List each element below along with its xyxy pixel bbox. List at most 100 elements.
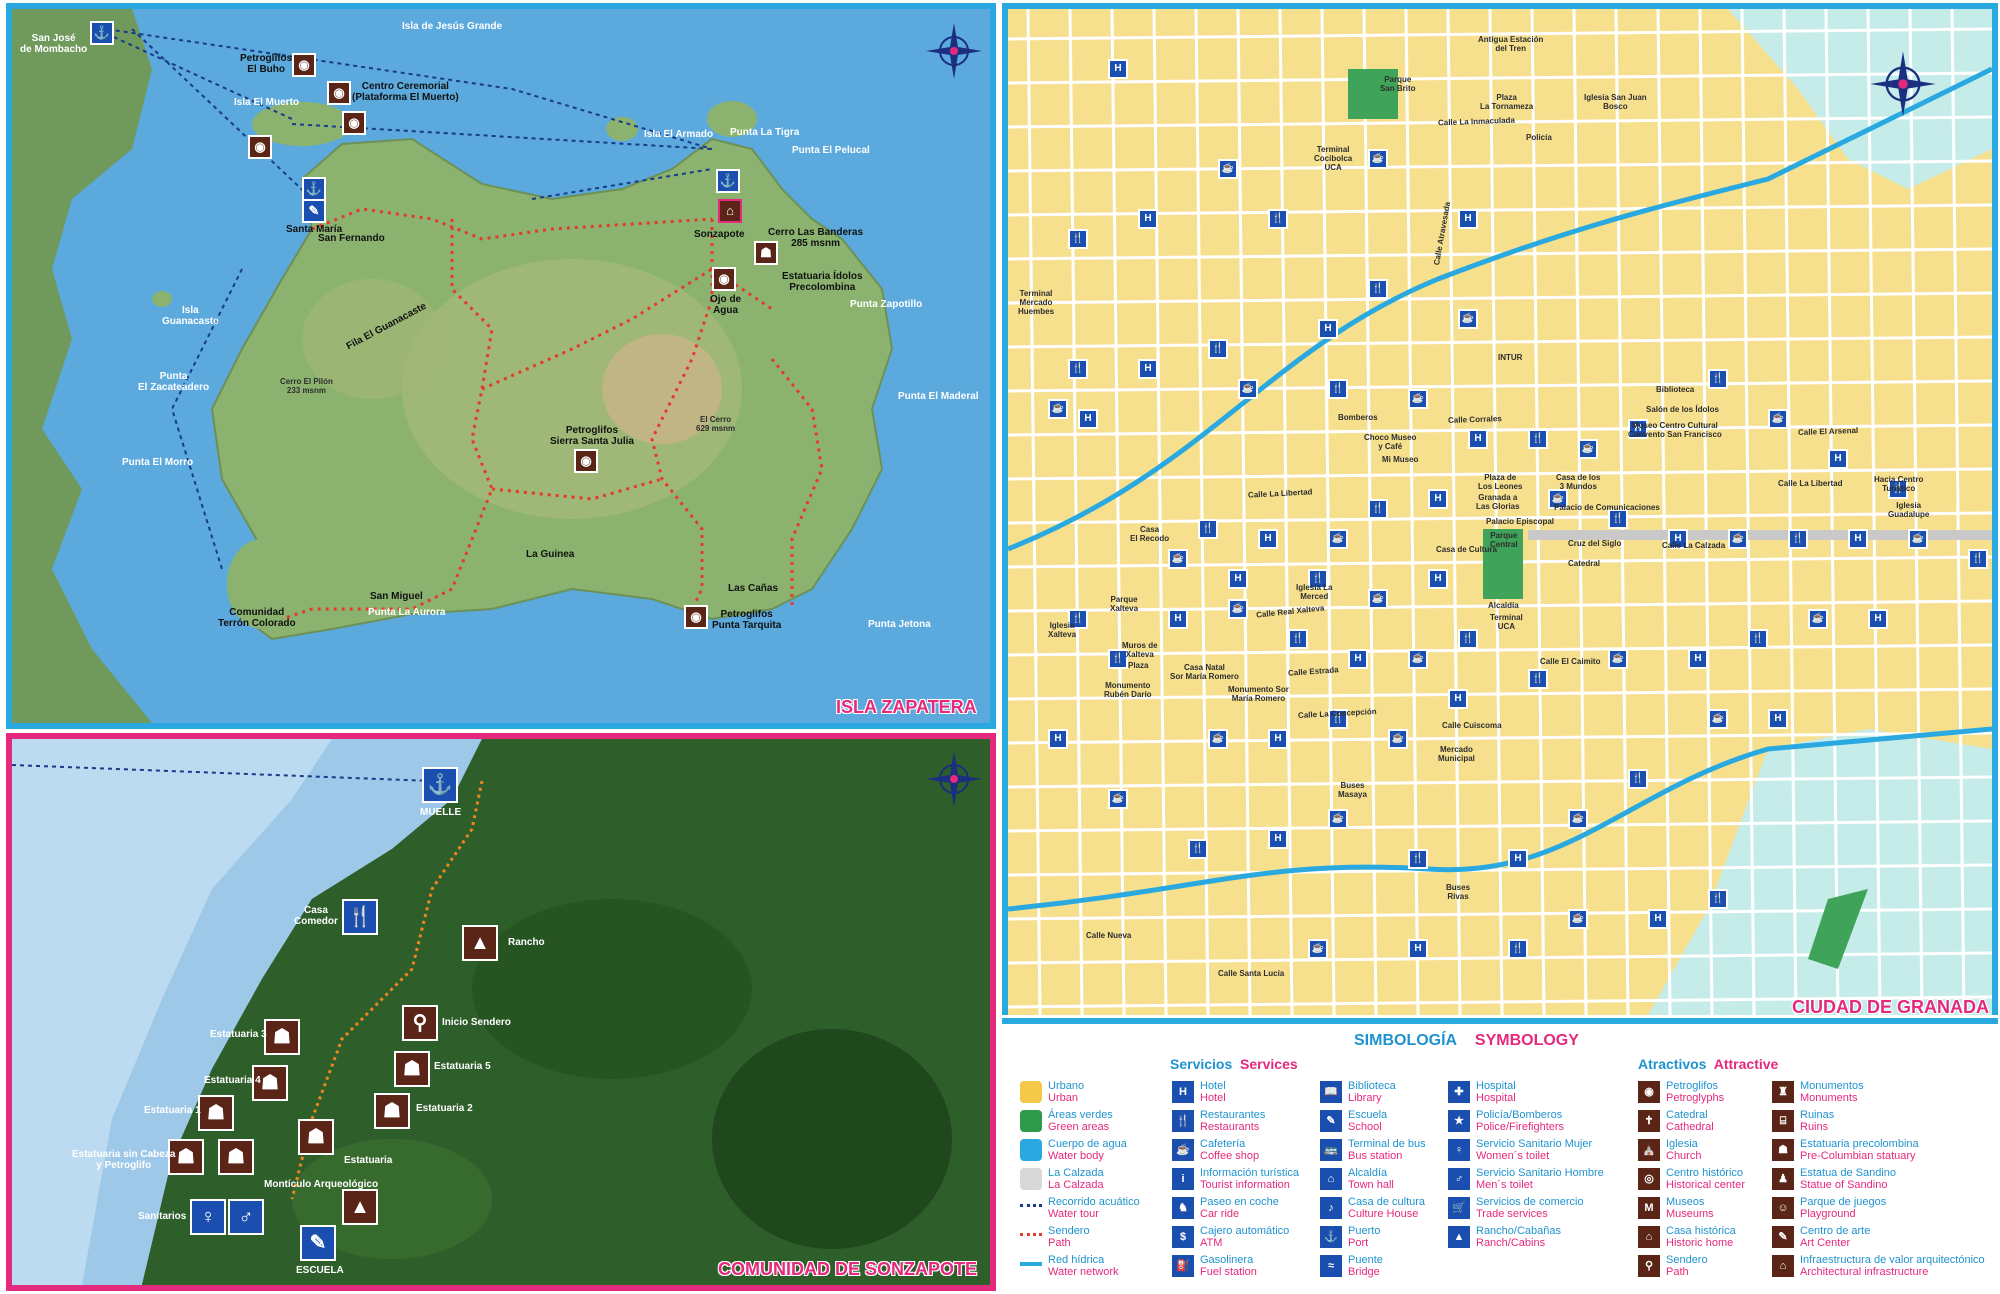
service-icon[interactable]: ☕ [1578, 439, 1598, 459]
petroglyph-icon[interactable]: ◉ [292, 53, 316, 77]
statuary-icon[interactable]: ☗ [298, 1119, 334, 1155]
petroglyph-icon[interactable]: ◉ [712, 267, 736, 291]
historic-home-icon[interactable]: ⌂ [718, 199, 742, 223]
service-icon[interactable]: 🍴 [1708, 369, 1728, 389]
service-icon[interactable]: 🍴 [1508, 939, 1528, 959]
service-icon[interactable]: 🍴 [1328, 379, 1348, 399]
service-icon[interactable]: ☕ [1048, 399, 1068, 419]
service-icon[interactable]: H [1468, 429, 1488, 449]
service-icon[interactable]: 🍴 [1368, 499, 1388, 519]
service-icon[interactable]: H [1508, 849, 1528, 869]
service-icon[interactable]: H [1408, 939, 1428, 959]
service-icon[interactable]: ☕ [1228, 599, 1248, 619]
service-icon[interactable]: H [1048, 729, 1068, 749]
service-icon[interactable]: 🍴 [1608, 509, 1628, 529]
service-icon[interactable]: 🍴 [1408, 849, 1428, 869]
service-icon[interactable]: ☕ [1238, 379, 1258, 399]
service-icon[interactable]: 🍴 [1528, 669, 1548, 689]
ranch-icon[interactable]: ▲ [462, 925, 498, 961]
service-icon[interactable]: ☕ [1458, 309, 1478, 329]
service-icon[interactable]: H [1428, 569, 1448, 589]
service-icon[interactable]: ☕ [1728, 529, 1748, 549]
service-icon[interactable]: ☕ [1328, 809, 1348, 829]
service-icon[interactable]: H [1168, 609, 1188, 629]
service-icon[interactable]: ☕ [1308, 939, 1328, 959]
service-icon[interactable]: H [1228, 569, 1248, 589]
service-icon[interactable]: 🍴 [1628, 769, 1648, 789]
service-icon[interactable]: H [1138, 359, 1158, 379]
service-icon[interactable]: 🍴 [1528, 429, 1548, 449]
petroglyph-icon[interactable]: ◉ [574, 449, 598, 473]
ranch-icon[interactable]: ▲ [342, 1189, 378, 1225]
service-icon[interactable]: H [1648, 909, 1668, 929]
service-icon[interactable]: H [1828, 449, 1848, 469]
service-icon[interactable]: ☕ [1328, 529, 1348, 549]
service-icon[interactable]: ☕ [1768, 409, 1788, 429]
service-icon[interactable]: 🍴 [1748, 629, 1768, 649]
statuary-icon[interactable]: ☗ [374, 1093, 410, 1129]
service-icon[interactable]: H [1138, 209, 1158, 229]
petroglyph-icon[interactable]: ◉ [684, 605, 708, 629]
service-icon[interactable]: H [1268, 829, 1288, 849]
service-icon[interactable]: 🍴 [1708, 889, 1728, 909]
service-icon[interactable]: ☕ [1168, 549, 1188, 569]
service-icon[interactable]: 🍴 [1788, 529, 1808, 549]
service-icon[interactable]: ☕ [1568, 909, 1588, 929]
service-icon[interactable]: ☕ [1708, 709, 1728, 729]
service-icon[interactable]: ☕ [1108, 789, 1128, 809]
zapatera-map-panel[interactable]: ⚓ ◉ ◉ ◉ ◉ ⚓ ✎ ⚓ ⌂ ☗ ◉ ◉ ◉ San José de Mo… [6, 3, 996, 729]
service-icon[interactable]: 🍴 [1208, 339, 1228, 359]
service-icon[interactable]: H [1078, 409, 1098, 429]
service-icon[interactable]: H [1448, 689, 1468, 709]
service-icon[interactable]: 🍴 [1268, 209, 1288, 229]
service-icon[interactable]: ☕ [1608, 649, 1628, 669]
service-icon[interactable]: ☕ [1808, 609, 1828, 629]
school-icon[interactable]: ✎ [300, 1225, 336, 1261]
service-icon[interactable]: H [1458, 209, 1478, 229]
path-icon[interactable]: ⚲ [402, 1005, 438, 1041]
service-icon[interactable]: ☕ [1408, 649, 1428, 669]
service-icon[interactable]: H [1428, 489, 1448, 509]
statuary-icon[interactable]: ☗ [218, 1139, 254, 1175]
service-icon[interactable]: ☕ [1218, 159, 1238, 179]
restaurant-icon[interactable]: 🍴 [342, 899, 378, 935]
womens-toilet-icon[interactable]: ♀ [190, 1199, 226, 1235]
statuary-icon[interactable]: ☗ [394, 1051, 430, 1087]
service-icon[interactable]: ☕ [1408, 389, 1428, 409]
port-icon[interactable]: ⚓ [716, 169, 740, 193]
petroglyph-icon[interactable]: ◉ [342, 111, 366, 135]
service-icon[interactable]: H [1688, 649, 1708, 669]
petroglyph-icon[interactable]: ◉ [248, 135, 272, 159]
service-icon[interactable]: ☕ [1568, 809, 1588, 829]
service-icon[interactable]: 🍴 [1068, 359, 1088, 379]
service-icon[interactable]: H [1848, 529, 1868, 549]
school-icon[interactable]: ✎ [302, 199, 326, 223]
service-icon[interactable]: 🍴 [1198, 519, 1218, 539]
mens-toilet-icon[interactable]: ♂ [228, 1199, 264, 1235]
port-icon[interactable]: ⚓ [302, 177, 326, 201]
statuary-icon[interactable]: ☗ [198, 1095, 234, 1131]
service-icon[interactable]: ☕ [1388, 729, 1408, 749]
service-icon[interactable]: H [1768, 709, 1788, 729]
granada-map-panel[interactable]: H 🍴 ☕ H 🍴 ☕ H 🍴 ☕ H 🍴 ☕ H 🍴 ☕ H 🍴 ☕ H 🍴 ☕ H 🍴 ☕ H 🍴 ☕ H 🍴 ☕ H 🍴 ☕ H 🍴 ☕ H 🍴 ☕ H… [1002, 3, 1998, 1015]
service-icon[interactable]: H [1868, 609, 1888, 629]
service-icon[interactable]: H [1258, 529, 1278, 549]
service-icon[interactable]: H [1268, 729, 1288, 749]
service-icon[interactable]: 🍴 [1368, 279, 1388, 299]
service-icon[interactable]: 🍴 [1188, 839, 1208, 859]
sonzapote-map-panel[interactable]: ⚓ 🍴 ▲ ⚲ ☗ ☗ ☗ ☗ ☗ ☗ ☗ ☗ ♀ ♂ ▲ ✎ MUELLE C… [6, 733, 996, 1291]
service-icon[interactable]: ☕ [1368, 149, 1388, 169]
service-icon[interactable]: ☕ [1208, 729, 1228, 749]
port-icon[interactable]: ⚓ [90, 21, 114, 45]
service-icon[interactable]: 🍴 [1458, 629, 1478, 649]
service-icon[interactable]: 🍴 [1068, 229, 1088, 249]
service-icon[interactable]: ☕ [1908, 529, 1928, 549]
service-icon[interactable]: 🍴 [1288, 629, 1308, 649]
service-icon[interactable]: H [1318, 319, 1338, 339]
service-icon[interactable]: ☕ [1368, 589, 1388, 609]
service-icon[interactable]: H [1348, 649, 1368, 669]
port-icon[interactable]: ⚓ [422, 767, 458, 803]
service-icon[interactable]: 🍴 [1968, 549, 1988, 569]
statuary-icon[interactable]: ☗ [264, 1019, 300, 1055]
petroglyph-icon[interactable]: ◉ [327, 81, 351, 105]
